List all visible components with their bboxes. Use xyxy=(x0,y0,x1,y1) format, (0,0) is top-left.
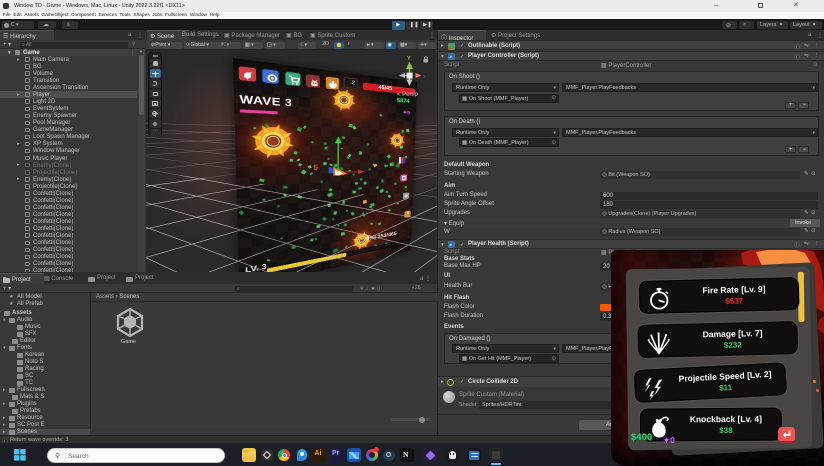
svg-text:Y: Y xyxy=(407,56,411,62)
svg-text:x: x xyxy=(423,74,426,80)
